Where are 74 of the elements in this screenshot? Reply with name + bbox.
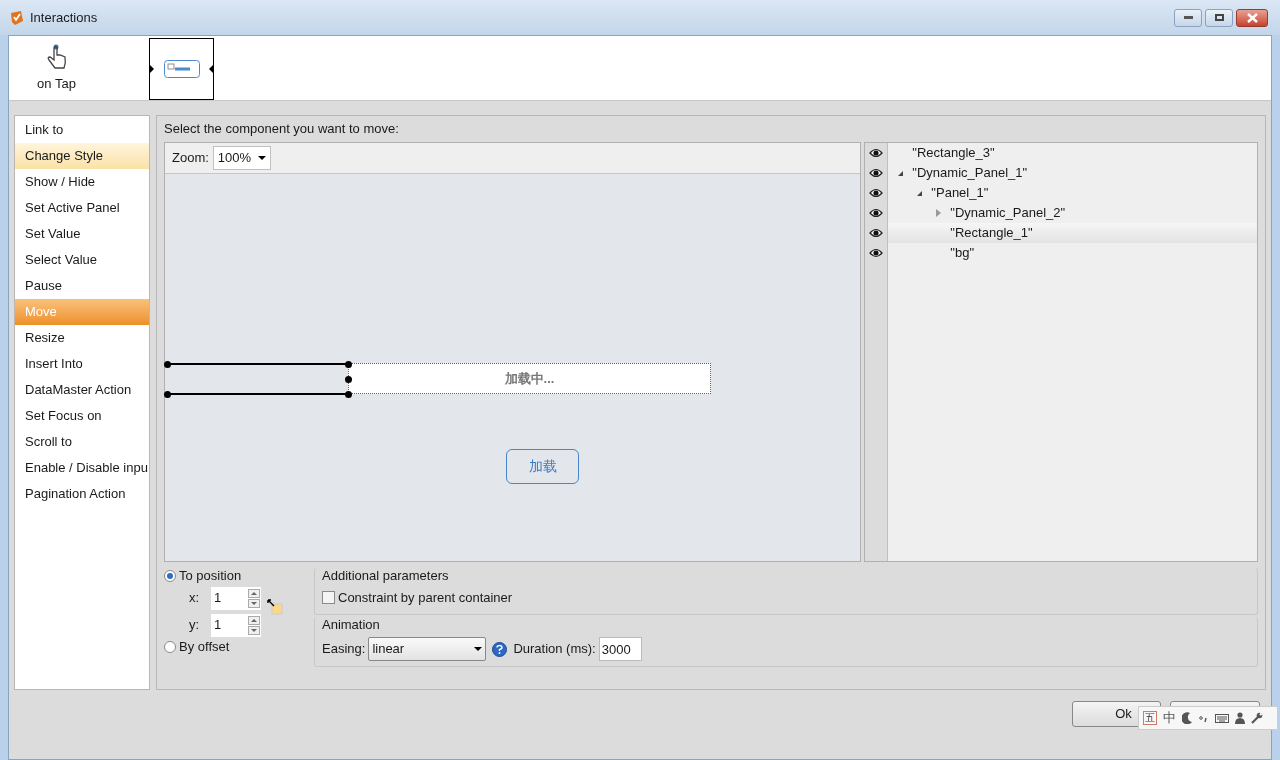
minimize-button[interactable] <box>1174 8 1202 27</box>
coordinate-label: y: <box>189 616 201 635</box>
loading-bar[interactable]: 加载中... <box>348 363 711 394</box>
checkbox-label: Constraint by parent container <box>338 589 513 607</box>
action-item[interactable]: Link to <box>15 117 149 143</box>
language-indicator[interactable]: 中 <box>1163 708 1176 728</box>
tree-item[interactable]: "Panel_1" <box>888 183 1257 203</box>
load-button[interactable]: 加载 <box>506 449 579 484</box>
maximize-button[interactable] <box>1205 8 1233 27</box>
number-spinner[interactable]: 1 <box>211 586 261 610</box>
easing-label: Easing: <box>322 640 366 659</box>
input-mode-indicator[interactable]: 五 <box>1143 711 1157 725</box>
eye-icon[interactable] <box>869 208 884 218</box>
group-title: Animation <box>322 617 381 633</box>
coordinate-label: x: <box>189 589 201 608</box>
tree-item[interactable]: "bg" <box>888 243 1257 263</box>
action-item[interactable]: Scroll to <box>15 429 149 455</box>
action-item[interactable]: DataMaster Action <box>15 377 149 403</box>
action-item[interactable]: Enable / Disable inpu <box>15 455 149 481</box>
group-title: Additional parameters <box>322 568 450 584</box>
window-title: Interactions <box>30 8 98 27</box>
wrench-icon[interactable] <box>1251 712 1263 724</box>
action-item[interactable]: Set Active Panel <box>15 195 149 221</box>
action-item[interactable]: Change Style <box>15 143 149 169</box>
tree-item[interactable]: "Dynamic_Panel_1" <box>888 163 1257 183</box>
moon-icon[interactable] <box>1182 712 1193 724</box>
help-icon[interactable] <box>492 641 508 657</box>
radio-label: To position <box>179 567 242 586</box>
selection-handle[interactable] <box>345 361 352 368</box>
dropdown-caret-icon <box>257 156 266 160</box>
eye-icon[interactable] <box>869 248 884 258</box>
eye-icon[interactable] <box>869 168 884 178</box>
selection-handle[interactable] <box>164 391 171 398</box>
action-thumbnail[interactable] <box>149 37 214 100</box>
dropdown-caret-icon <box>474 647 483 651</box>
eye-icon[interactable] <box>869 228 884 238</box>
radio-label: By offset <box>179 638 230 657</box>
punctuation-icon[interactable] <box>1199 713 1209 723</box>
selection-handle[interactable] <box>164 361 171 368</box>
action-item[interactable]: Show / Hide <box>15 169 149 195</box>
pick-position-icon[interactable] <box>267 599 283 615</box>
duration-field[interactable]: 3000 <box>598 637 642 661</box>
duration-label: Duration (ms): <box>513 640 596 659</box>
button-thumbnail-icon <box>163 59 200 78</box>
tree-item[interactable]: "Rectangle_3" <box>888 143 1257 163</box>
expanded-arrow-icon[interactable] <box>898 170 904 176</box>
action-item[interactable]: Pagination Action <box>15 481 149 507</box>
user-icon[interactable] <box>1235 712 1245 724</box>
zoom-label: Zoom: <box>172 149 209 168</box>
keyboard-icon[interactable] <box>1215 713 1229 723</box>
zoom-select[interactable]: 100% <box>212 146 271 170</box>
action-item[interactable]: Resize <box>15 325 149 351</box>
action-item[interactable]: Insert Into <box>15 351 149 377</box>
action-item[interactable]: Select Value <box>15 247 149 273</box>
radio-button[interactable] <box>164 641 176 653</box>
number-spinner[interactable]: 1 <box>211 613 261 637</box>
selection-handle[interactable] <box>345 376 352 383</box>
close-icon <box>1246 12 1258 23</box>
tree-item[interactable]: "Rectangle_1" <box>888 223 1257 243</box>
radio-button[interactable] <box>164 570 176 582</box>
eye-icon[interactable] <box>869 188 884 198</box>
close-button[interactable] <box>1236 8 1268 27</box>
selection-handle[interactable] <box>345 391 352 398</box>
action-item[interactable]: Set Focus on <box>15 403 149 429</box>
action-item[interactable]: Set Value <box>15 221 149 247</box>
expanded-arrow-icon[interactable] <box>917 190 923 196</box>
checkbox[interactable] <box>322 591 335 605</box>
app-logo-icon <box>10 9 24 26</box>
easing-select[interactable]: linear <box>368 637 487 661</box>
tree-item[interactable]: "Dynamic_Panel_2" <box>888 203 1257 223</box>
action-item[interactable]: Pause <box>15 273 149 299</box>
trigger-label: on Tap <box>37 74 76 93</box>
eye-icon[interactable] <box>869 148 884 158</box>
instruction-text: Select the component you want to move: <box>164 120 400 139</box>
